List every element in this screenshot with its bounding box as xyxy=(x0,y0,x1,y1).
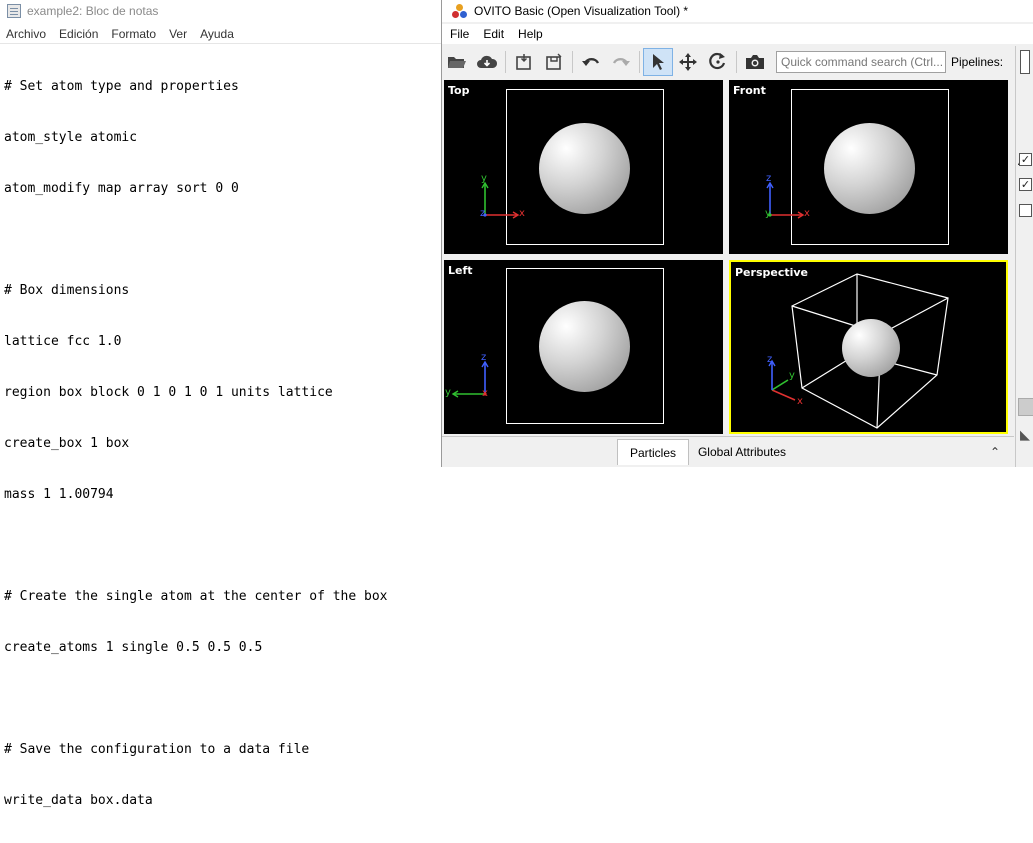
notepad-title: example2: Bloc de notas xyxy=(27,4,159,18)
text-line xyxy=(4,231,441,248)
menu-file[interactable]: File xyxy=(442,27,475,41)
pipelines-label: Pipelines: xyxy=(951,55,1004,69)
ovito-menubar: File Edit Help xyxy=(442,24,1033,44)
menu-help[interactable]: Help xyxy=(510,27,549,41)
axis-label-x: x xyxy=(797,396,803,407)
notepad-text-area[interactable]: # Set atom type and properties atom_styl… xyxy=(4,44,441,808)
axis-label-y: y xyxy=(481,173,487,184)
text-line: region box block 0 1 0 1 0 1 units latti… xyxy=(4,385,333,400)
text-line: atom_modify map array sort 0 0 xyxy=(4,181,239,196)
axis-tripod xyxy=(451,360,489,398)
data-inspector-tabs: Particles Global Attributes ⌃ xyxy=(442,436,1014,467)
menu-edit[interactable]: Edit xyxy=(475,27,510,41)
pipeline-selector-icon[interactable] xyxy=(1020,50,1030,74)
tab-global-attributes[interactable]: Global Attributes xyxy=(689,439,795,465)
camera-icon[interactable] xyxy=(740,48,770,76)
command-panel-edge: Ac ✓ ✓ ◣ xyxy=(1015,46,1033,467)
axis-label-z: z xyxy=(767,354,773,365)
notepad-menubar: Archivo Edición Formato Ver Ayuda xyxy=(0,24,441,44)
ovito-toolbar: Quick command search (Ctrl... Pipelines: xyxy=(442,46,1033,78)
axis-label-z: z xyxy=(481,352,487,363)
viewport-left[interactable]: Left y z x xyxy=(444,260,723,434)
axis-tripod xyxy=(766,181,805,219)
axis-tripod xyxy=(768,359,796,401)
toolbar-divider xyxy=(639,51,640,73)
axis-label-y: y xyxy=(789,370,795,381)
text-line: # Set atom type and properties xyxy=(4,79,239,94)
cloud-download-icon[interactable] xyxy=(472,48,502,76)
ovito-logo-icon xyxy=(452,4,468,18)
ovito-window: OVITO Basic (Open Visualization Tool) * … xyxy=(441,0,1033,467)
text-line: lattice fcc 1.0 xyxy=(4,334,122,349)
save-session-icon[interactable] xyxy=(509,48,539,76)
toolbar-divider xyxy=(572,51,573,73)
toolbar-divider xyxy=(505,51,506,73)
viewport-caption[interactable]: Perspective xyxy=(735,266,808,279)
axis-tripod xyxy=(481,181,520,219)
text-line: create_atoms 1 single 0.5 0.5 0.5 xyxy=(4,640,263,655)
axis-label-y: y xyxy=(445,387,451,398)
toolbar-divider xyxy=(736,51,737,73)
viewports-area: Top x y z Front x z y Left y z x Perspec… xyxy=(444,80,1012,436)
viewport-caption[interactable]: Top xyxy=(448,84,469,97)
viewport-top[interactable]: Top x y z xyxy=(444,80,723,254)
pan-mode-icon[interactable] xyxy=(673,48,703,76)
text-line: # Create the single atom at the center o… xyxy=(4,589,388,604)
text-line: # Box dimensions xyxy=(4,283,130,298)
panel-edge-icon[interactable]: ◣ xyxy=(1020,428,1030,443)
text-line: # Save the configuration to a data file xyxy=(4,742,310,757)
axis-label-x: x xyxy=(804,208,810,219)
tab-particles[interactable]: Particles xyxy=(617,439,689,465)
axis-label-x: x xyxy=(482,388,488,399)
ovito-titlebar[interactable]: OVITO Basic (Open Visualization Tool) * xyxy=(442,0,1033,22)
viewport-caption[interactable]: Left xyxy=(448,264,473,277)
save-session-as-icon[interactable] xyxy=(539,48,569,76)
text-line: mass 1 1.00794 xyxy=(4,487,114,502)
axis-label-z: z xyxy=(766,173,772,184)
notepad-titlebar[interactable]: example2: Bloc de notas xyxy=(0,0,441,22)
ovito-title: OVITO Basic (Open Visualization Tool) * xyxy=(474,4,689,18)
menu-ayuda[interactable]: Ayuda xyxy=(194,27,241,41)
chevron-up-icon[interactable]: ⌃ xyxy=(990,445,1000,459)
orbit-mode-icon[interactable] xyxy=(703,48,733,76)
viewport-perspective[interactable]: Perspective x y z xyxy=(729,260,1008,434)
menu-ver[interactable]: Ver xyxy=(163,27,194,41)
visual-element-checkbox[interactable] xyxy=(1019,204,1032,217)
viewport-front[interactable]: Front x z y xyxy=(729,80,1008,254)
quick-command-search-input[interactable]: Quick command search (Ctrl... xyxy=(776,51,946,73)
text-line: atom_style atomic xyxy=(4,130,138,145)
redo-icon[interactable] xyxy=(606,48,636,76)
text-line xyxy=(4,537,441,554)
folder-open-icon[interactable] xyxy=(442,48,472,76)
text-line: write_data box.data xyxy=(4,793,153,808)
menu-edicion[interactable]: Edición xyxy=(53,27,105,41)
viewport-caption[interactable]: Front xyxy=(733,84,766,97)
visual-element-checkbox[interactable]: ✓ xyxy=(1019,178,1032,191)
panel-scrollbar[interactable] xyxy=(1018,398,1033,416)
text-line: create_box 1 box xyxy=(4,436,130,451)
undo-icon[interactable] xyxy=(576,48,606,76)
axis-label-y: y xyxy=(765,208,771,219)
axis-label-x: x xyxy=(519,208,525,219)
axis-label-z: z xyxy=(480,208,486,219)
visual-element-checkbox[interactable]: ✓ xyxy=(1019,153,1032,166)
selection-mode-icon[interactable] xyxy=(643,48,673,76)
notepad-window: example2: Bloc de notas Archivo Edición … xyxy=(0,0,441,808)
menu-archivo[interactable]: Archivo xyxy=(0,27,53,41)
menu-formato[interactable]: Formato xyxy=(105,27,163,41)
text-line xyxy=(4,690,441,707)
notepad-icon xyxy=(7,4,21,18)
